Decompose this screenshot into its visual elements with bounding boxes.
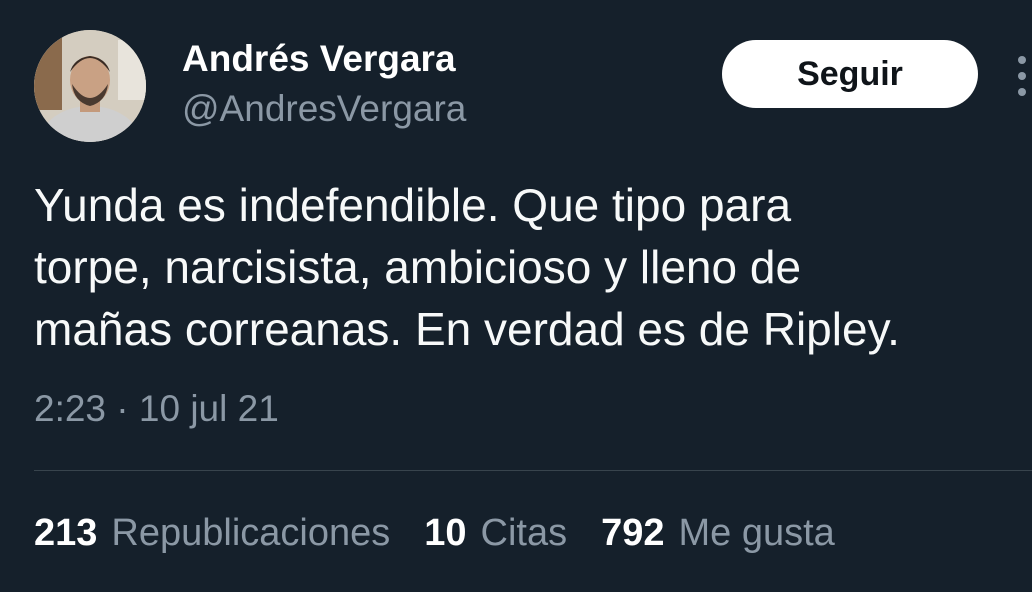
tweet-date[interactable]: 10 jul 21: [139, 388, 279, 430]
reposts-count: 213: [34, 512, 98, 554]
tweet-time[interactable]: 2:23: [34, 388, 106, 430]
divider: [34, 470, 1032, 471]
likes-stat[interactable]: 792 Me gusta: [601, 512, 835, 555]
reposts-stat[interactable]: 213 Republicaciones: [34, 512, 390, 555]
reposts-label: Republicaciones: [111, 512, 391, 554]
quotes-stat[interactable]: 10 Citas: [424, 512, 567, 555]
engagement-stats: 213 Republicaciones 10 Citas 792 Me gust…: [34, 512, 835, 555]
tweet-text: Yunda es indefendible. Que tipo para tor…: [34, 179, 900, 355]
likes-label: Me gusta: [678, 512, 835, 554]
author-display-name[interactable]: Andrés Vergara: [182, 38, 456, 80]
likes-count: 792: [601, 512, 665, 554]
tweet-timestamp[interactable]: 2:23 · 10 jul 21: [34, 388, 279, 430]
quotes-count: 10: [424, 512, 467, 554]
quotes-label: Citas: [480, 512, 568, 554]
follow-button[interactable]: Seguir: [722, 40, 978, 108]
author-handle[interactable]: @AndresVergara: [182, 88, 466, 130]
more-options-icon[interactable]: [1012, 54, 1032, 98]
avatar[interactable]: [34, 30, 146, 142]
timestamp-separator: ·: [116, 388, 129, 429]
profile-photo: [34, 30, 146, 142]
